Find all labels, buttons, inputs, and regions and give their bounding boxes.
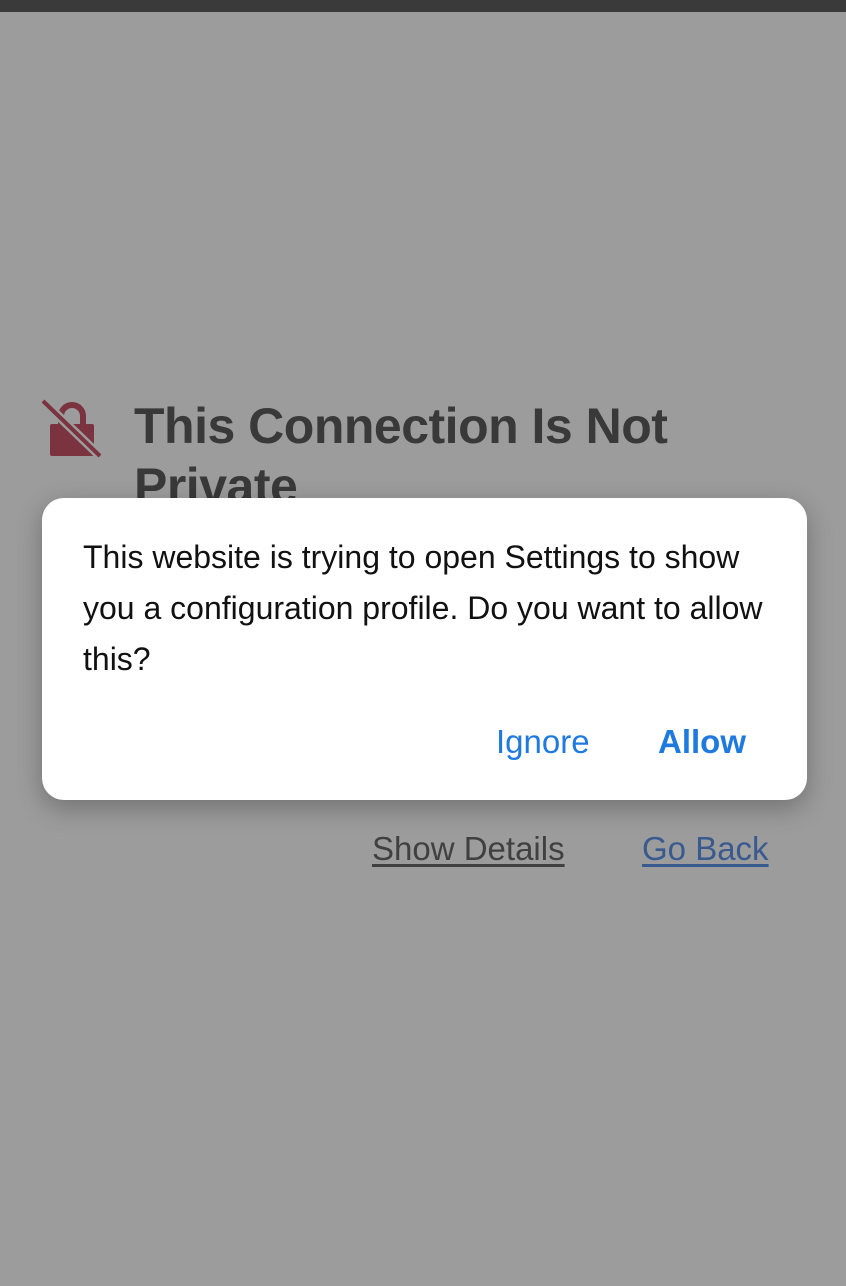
configuration-profile-alert: This website is trying to open Settings … bbox=[42, 498, 807, 800]
alert-message: This website is trying to open Settings … bbox=[83, 539, 763, 677]
ignore-button[interactable]: Ignore bbox=[496, 720, 590, 764]
status-bar bbox=[0, 0, 846, 12]
allow-button[interactable]: Allow bbox=[658, 720, 746, 764]
browser-page: This Connection Is Not Private Show Deta… bbox=[0, 0, 846, 1286]
